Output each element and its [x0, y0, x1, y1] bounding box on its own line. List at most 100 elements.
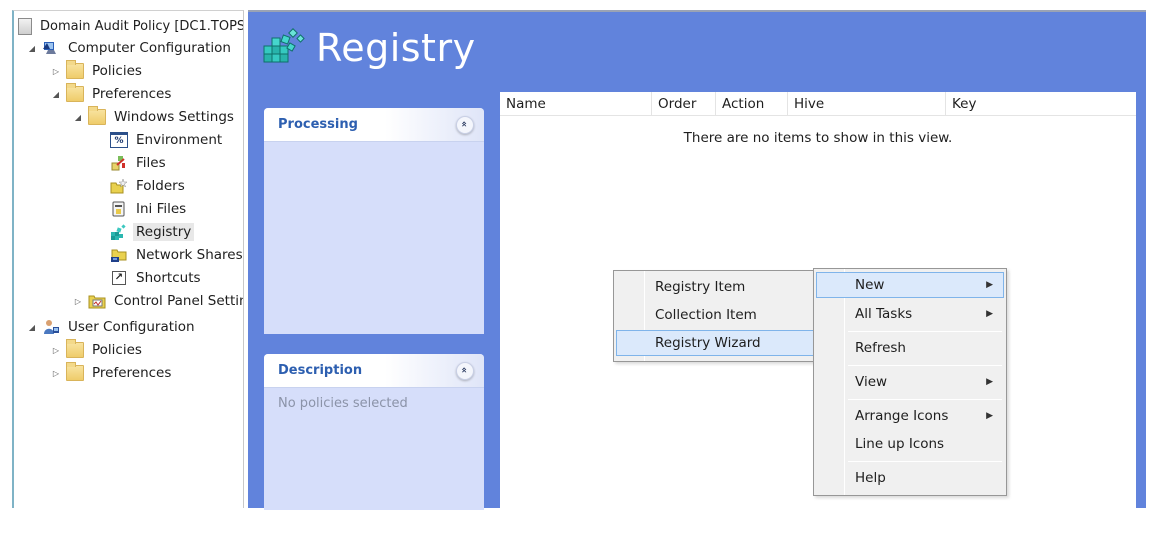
description-heading: Description — [278, 363, 363, 378]
menu-item-label: Collection Item — [655, 307, 757, 323]
tree-item-registry[interactable]: Registry — [110, 221, 195, 243]
tree-item-label: Registry — [133, 223, 195, 241]
menu-separator — [848, 331, 1002, 332]
expand-arrow-icon[interactable]: ▷ — [72, 297, 84, 306]
tree-item-user-policies[interactable]: ▷ Policies — [50, 339, 145, 361]
tree-item-label: Ini Files — [136, 201, 187, 217]
network-shares-icon — [110, 247, 128, 263]
tree-item-ini-files[interactable]: Ini Files — [110, 198, 189, 220]
tree-root[interactable]: Domain Audit Policy [DC1.TOPS — [18, 15, 244, 37]
tree-item-user-configuration[interactable]: ◢ User Configuration — [26, 316, 198, 338]
collapse-arrow-icon[interactable]: ◢ — [50, 90, 62, 99]
tree-item-label: Preferences — [92, 365, 172, 381]
double-chevron-up-icon: » — [459, 120, 470, 127]
expand-arrow-icon[interactable]: ▷ — [50, 369, 62, 378]
column-header-order[interactable]: Order — [652, 92, 716, 116]
shortcuts-icon: ↗ — [112, 271, 126, 285]
column-header-hive[interactable]: Hive — [788, 92, 946, 116]
environment-icon: % — [110, 132, 128, 148]
tree-item-label: Computer Configuration — [68, 40, 231, 56]
folder-icon — [66, 60, 84, 79]
menu-separator — [848, 365, 1002, 366]
tree-item-label: Policies — [92, 63, 142, 79]
registry-large-icon — [262, 26, 306, 70]
tree-item-windows-settings[interactable]: ◢ Windows Settings — [72, 106, 237, 128]
computer-config-icon — [42, 40, 60, 56]
tree-item-label: Network Shares — [136, 247, 243, 263]
menu-item-label: Line up Icons — [855, 436, 945, 452]
tree-item-control-panel-settings[interactable]: ▷ Control Panel Settings — [72, 290, 243, 312]
user-config-icon — [42, 319, 60, 335]
list-header: Name Order Action Hive Key — [500, 92, 1136, 116]
panel-header: Registry — [262, 26, 476, 70]
context-menu: New ▶ All Tasks ▶ Refresh View ▶ Arrange… — [813, 268, 1007, 496]
registry-icon — [110, 224, 128, 240]
collapse-description-button[interactable]: » — [456, 361, 474, 380]
submenu-arrow-icon: ▶ — [986, 280, 993, 290]
menu-item-label: Help — [855, 470, 886, 486]
description-header: Description » — [264, 354, 484, 388]
column-header-name[interactable]: Name — [500, 92, 652, 116]
processing-heading: Processing — [278, 117, 358, 132]
tree-item-label: Environment — [136, 132, 223, 148]
tree-item-user-preferences[interactable]: ▷ Preferences — [50, 362, 174, 384]
empty-list-message: There are no items to show in this view. — [500, 130, 1136, 146]
menu-item-label: New — [855, 277, 885, 293]
tree-item-computer-configuration[interactable]: ◢ Computer Configuration — [26, 37, 234, 59]
processing-header: Processing » — [264, 108, 484, 142]
tree-item-environment[interactable]: % Environment — [110, 129, 225, 151]
folders-icon — [110, 178, 128, 194]
tree-root-label: Domain Audit Policy [DC1.TOPS — [40, 18, 244, 34]
column-header-action[interactable]: Action — [716, 92, 788, 116]
tree-item-network-shares[interactable]: Network Shares — [110, 244, 243, 266]
processing-section: Processing » — [264, 108, 484, 334]
description-text: No policies selected — [278, 396, 408, 411]
collapse-processing-button[interactable]: » — [456, 115, 474, 134]
console-tree: Domain Audit Policy [DC1.TOPS ◢ Computer… — [12, 10, 244, 508]
tree-item-files[interactable]: Files — [110, 152, 169, 174]
collapse-arrow-icon[interactable]: ◢ — [72, 113, 84, 122]
menu-item-label: View — [855, 374, 888, 390]
menu-item-label: Refresh — [855, 340, 906, 356]
tree-item-label: Files — [136, 155, 166, 171]
collapse-arrow-icon[interactable]: ◢ — [26, 323, 38, 332]
menu-item-label: Registry Wizard — [655, 335, 761, 351]
menu-item-refresh[interactable]: Refresh — [816, 335, 1004, 361]
tree-item-shortcuts[interactable]: ↗ Shortcuts — [110, 267, 204, 289]
collapse-arrow-icon[interactable]: ◢ — [26, 44, 38, 53]
menu-item-collection-item[interactable]: Collection Item — [616, 302, 814, 328]
menu-item-registry-item[interactable]: Registry Item — [616, 274, 814, 300]
menu-item-help[interactable]: Help — [816, 465, 1004, 491]
panel-title: Registry — [316, 26, 476, 70]
tree-item-computer-preferences[interactable]: ◢ Preferences — [50, 83, 174, 105]
menu-item-all-tasks[interactable]: All Tasks ▶ — [816, 301, 1004, 327]
submenu-arrow-icon: ▶ — [986, 377, 993, 387]
empty-list-text: There are no items to show in this view. — [683, 130, 953, 146]
menu-item-view[interactable]: View ▶ — [816, 369, 1004, 395]
column-header-key[interactable]: Key — [946, 92, 1136, 116]
tree-item-label: Preferences — [92, 86, 172, 102]
tree-item-label: Control Panel Settings — [114, 293, 243, 309]
expand-arrow-icon[interactable]: ▷ — [50, 346, 62, 355]
tree-item-label: Policies — [92, 342, 142, 358]
menu-item-line-up-icons[interactable]: Line up Icons — [816, 431, 1004, 457]
submenu-arrow-icon: ▶ — [986, 411, 993, 421]
tree-item-label: Shortcuts — [136, 270, 201, 286]
folder-icon — [66, 83, 84, 102]
tree-item-folders[interactable]: Folders — [110, 175, 188, 197]
tree-item-label: Windows Settings — [114, 109, 234, 125]
menu-item-label: Registry Item — [655, 279, 746, 295]
double-chevron-up-icon: » — [459, 366, 470, 373]
new-submenu: Registry Item Collection Item Registry W… — [613, 270, 817, 362]
files-icon — [110, 155, 128, 171]
tree-item-label: Folders — [136, 178, 185, 194]
tree-item-computer-policies[interactable]: ▷ Policies — [50, 60, 145, 82]
ini-files-icon — [110, 201, 128, 217]
menu-item-arrange-icons[interactable]: Arrange Icons ▶ — [816, 403, 1004, 429]
menu-item-label: Arrange Icons — [855, 408, 949, 424]
expand-arrow-icon[interactable]: ▷ — [50, 67, 62, 76]
registry-panel: Registry Processing » Description » No p… — [248, 10, 1146, 510]
menu-separator — [848, 461, 1002, 462]
menu-item-registry-wizard[interactable]: Registry Wizard — [616, 330, 814, 356]
menu-item-new[interactable]: New ▶ — [816, 272, 1004, 298]
